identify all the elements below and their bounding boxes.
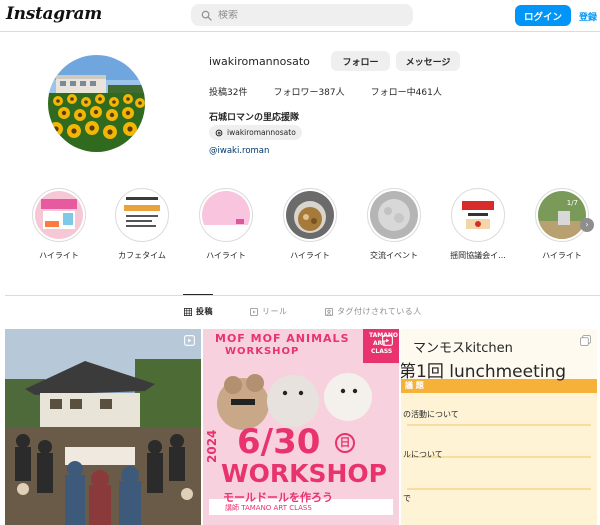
post-caption-line: 2024 [205, 429, 219, 463]
tag-user-icon [325, 307, 333, 316]
posts-count: 投稿32件 [209, 88, 248, 98]
tab-label: リール [262, 307, 288, 316]
highlight-ring: 1/7 [535, 188, 589, 242]
active-tab-indicator [183, 294, 213, 295]
reel-icon [382, 335, 393, 346]
following-count[interactable]: フォロー中461人 [371, 85, 442, 98]
tab-tagged[interactable]: タグ付けされている人 [325, 306, 422, 317]
highlight-ring [199, 188, 253, 242]
post-thumbnail[interactable]: MOF MOF ANIMALS WORKSHOP TAMANO ART CLAS… [203, 329, 399, 525]
highlight-ring [283, 188, 337, 242]
post-image [5, 329, 201, 525]
highlight-item[interactable]: ハイライト [197, 188, 255, 261]
post-thumbnail[interactable]: マンモスkitchen 第1回 lunchmeeting 議 題 の活動について… [401, 329, 597, 525]
highlight-cover [118, 191, 166, 239]
highlight-item[interactable]: ハイライト [30, 188, 88, 261]
reels-icon [250, 307, 258, 316]
highlight-item[interactable]: 揺岡協議会イ... [449, 188, 507, 261]
highlight-counter: 1/7 [566, 199, 578, 207]
tab-reels[interactable]: リール [250, 306, 288, 317]
post-caption-line: の活動について [403, 410, 459, 419]
profile-full-name: 石城ロマンの里応援隊 [209, 113, 300, 123]
carousel-icon [580, 335, 591, 346]
highlight-ring [451, 188, 505, 242]
profile-avatar[interactable] [48, 55, 145, 152]
highlight-label: ハイライト [290, 251, 330, 260]
post-caption-line: 講師 TAMANO ART CLASS [225, 504, 312, 512]
post-caption-line: WORKSHOP [225, 346, 300, 357]
profile-external-link[interactable]: @iwaki.roman [209, 146, 269, 156]
grid-icon [184, 307, 192, 316]
tab-divider [5, 295, 600, 296]
top-nav: Instagram ログイン 登録 [0, 0, 600, 32]
instagram-logo[interactable]: Instagram [6, 4, 102, 24]
highlight-cover [370, 191, 418, 239]
highlight-cover [454, 191, 502, 239]
tab-label: 投稿 [196, 307, 213, 316]
post-caption-line: ルについて [403, 450, 443, 459]
post-caption-line: 第1回 lunchmeeting [401, 362, 567, 382]
threads-handle: iwakiromannosato [227, 128, 296, 137]
search-box[interactable] [191, 4, 413, 26]
highlight-cover [286, 191, 334, 239]
highlight-item[interactable]: ハイライト [281, 188, 339, 261]
post-caption-line: WORKSHOP [221, 459, 387, 488]
signup-link[interactable]: 登録 [579, 10, 597, 23]
avatar-image [48, 55, 145, 152]
highlight-label: ハイライト [39, 251, 79, 260]
highlight-ring [367, 188, 421, 242]
post-caption-line: 議 題 [405, 381, 424, 390]
highlight-label: カフェタイム [118, 251, 166, 260]
post-caption-line: で [403, 494, 411, 503]
highlight-cover: 1/7 [538, 191, 586, 239]
post-caption-line: MOF MOF ANIMALS [215, 332, 350, 345]
highlight-item[interactable]: カフェタイム [113, 188, 171, 261]
highlight-label: ハイライト [206, 251, 246, 260]
tab-posts[interactable]: 投稿 [184, 306, 213, 317]
threads-icon [215, 129, 223, 136]
post-caption-line: マンモスkitchen [413, 341, 513, 356]
followers-count[interactable]: フォロワー387人 [273, 85, 344, 98]
highlight-cover [202, 191, 250, 239]
search-icon [201, 10, 212, 21]
reel-icon [184, 335, 195, 346]
threads-badge[interactable]: iwakiromannosato [209, 125, 302, 140]
highlight-label: ハイライト [542, 251, 582, 260]
post-thumbnail[interactable] [5, 329, 201, 525]
profile-username: iwakiromannosato [209, 55, 310, 68]
highlight-cover [35, 191, 83, 239]
post-caption-line: CLASS [371, 348, 393, 355]
highlight-ring [115, 188, 169, 242]
message-button[interactable]: メッセージ [396, 51, 460, 71]
follow-button[interactable]: フォロー [331, 51, 390, 71]
highlight-item[interactable]: 交流イベント [365, 188, 423, 261]
highlight-label: 交流イベント [370, 251, 418, 260]
profile-stats: 投稿32件 フォロワー387人 フォロー中461人 [209, 85, 468, 98]
chevron-right-icon[interactable]: › [580, 218, 594, 232]
post-caption-line: 日 [335, 433, 355, 453]
highlight-ring [32, 188, 86, 242]
highlight-label: 揺岡協議会イ... [450, 251, 506, 260]
tab-label: タグ付けされている人 [337, 307, 422, 316]
search-input[interactable] [218, 9, 398, 21]
post-caption-line: 6/30 [237, 422, 321, 462]
login-button[interactable]: ログイン [515, 5, 571, 26]
